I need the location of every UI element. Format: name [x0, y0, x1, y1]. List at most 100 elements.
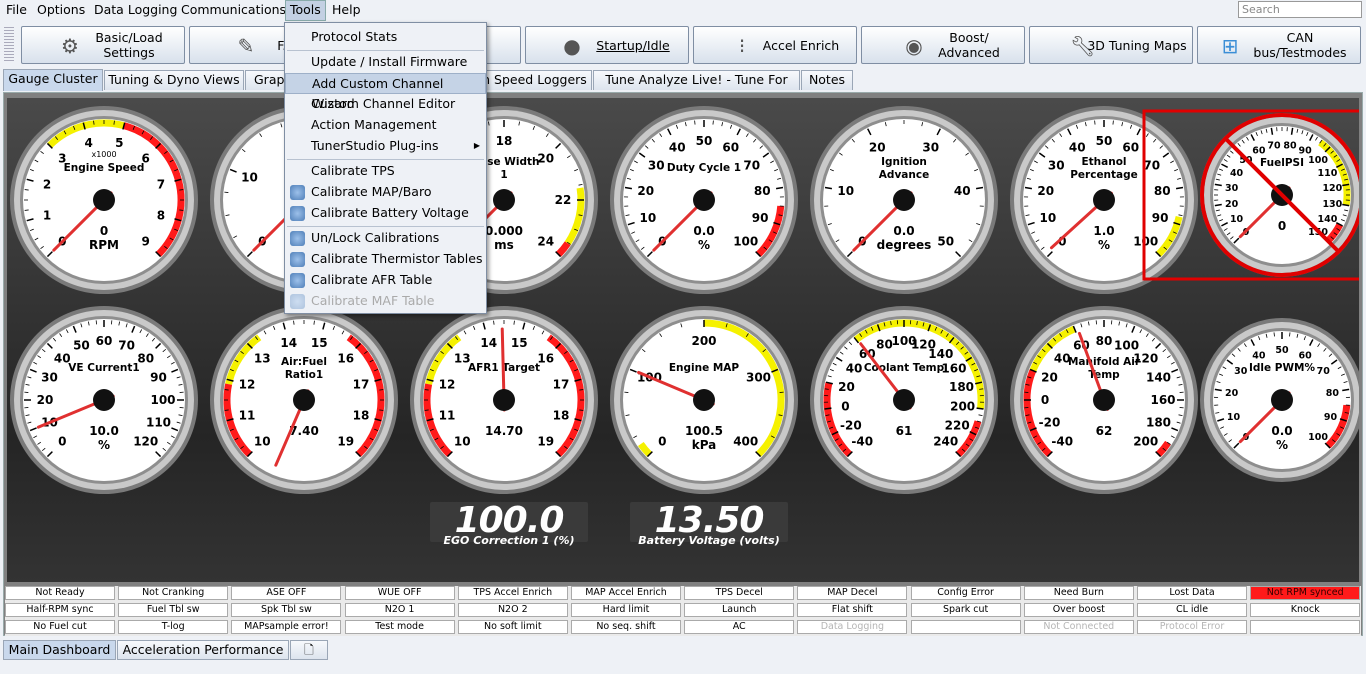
gauge-tick-label: 110	[146, 416, 171, 430]
gauge-tick-label: -40	[851, 435, 873, 449]
gauge-tick-label: 50	[1096, 134, 1113, 148]
tab-high-speed-loggers[interactable]: h Speed Loggers	[477, 70, 592, 90]
gauge-tick-label: 20	[869, 140, 886, 154]
menu-item-custom-channel-editor[interactable]: Custom Channel Editor	[285, 94, 486, 115]
gauge-minor-tick	[824, 388, 829, 390]
gauge-tick-label: 80	[1154, 184, 1171, 198]
menu-options[interactable]: Options	[33, 0, 89, 21]
gauge-tick-label: 17	[553, 378, 570, 392]
menu-tools[interactable]: Tools	[285, 0, 326, 21]
menu-item-unlock-calibrations[interactable]: Un/Lock Calibrations	[285, 228, 486, 249]
gauge-tick-label: 30	[1225, 183, 1239, 194]
gauge-tick-label: 7	[157, 178, 165, 192]
basic-load-settings-button[interactable]: ⚙ Basic/Load Settings	[21, 26, 185, 64]
startup-idle-button[interactable]: ● Startup/Idle	[525, 26, 689, 64]
menu-item-tunerstudio-plugins[interactable]: TunerStudio Plug-ins ▶	[285, 136, 486, 157]
gauge-hub	[893, 389, 915, 411]
gauge-unit: %	[698, 238, 710, 252]
gauge-tick-label: 40	[954, 184, 971, 198]
tab-main-dashboard[interactable]: Main Dashboard	[3, 640, 116, 660]
gauge-minor-tick	[579, 389, 584, 391]
gauge-tick-label: 1	[43, 208, 51, 222]
gauge-value: 0.0	[893, 224, 914, 238]
gauge-title: Advance	[879, 169, 929, 181]
gauge-tick-label: 24	[537, 235, 554, 249]
gauge-tick-label: 80	[754, 184, 771, 198]
gauge-tick	[824, 407, 832, 410]
gauge-value: 0.000	[485, 224, 523, 238]
status-indicator: Knock	[1250, 603, 1361, 617]
gauge-subtitle: x1000	[91, 150, 116, 159]
gauge-tick-label: 14	[480, 336, 497, 350]
gauge-minor-tick	[224, 409, 229, 411]
gauge-value: 100.5	[685, 424, 723, 438]
tab-tuning-dyno-views[interactable]: Tuning & Dyno Views	[104, 70, 244, 90]
gauge-tick-label: 10	[241, 170, 258, 184]
gauge-tick-label: 10	[640, 211, 657, 225]
gauge-unit: kPa	[692, 438, 717, 452]
menu-item-calibrate-map-baro[interactable]: Calibrate MAP/Baro	[285, 182, 486, 203]
menu-communications[interactable]: Communications	[177, 0, 290, 21]
toolbar-grip[interactable]	[4, 27, 14, 63]
gauge-tick-label: 40	[669, 140, 686, 154]
menu-item-calibrate-thermistor-tables[interactable]: Calibrate Thermistor Tables	[285, 249, 486, 270]
add-dashboard-tab-button[interactable]: 🗋︎	[290, 640, 328, 660]
menu-item-calibrate-tps[interactable]: Calibrate TPS	[285, 161, 486, 182]
gauge-unit: %	[1276, 438, 1288, 452]
status-indicator: Spark cut	[910, 603, 1021, 617]
gauge-tick-label: 30	[41, 370, 58, 384]
gauge-minor-tick	[424, 389, 429, 391]
menu-item-protocol-stats[interactable]: Protocol Stats	[285, 27, 486, 48]
gauge-minor-tick	[24, 209, 29, 211]
menu-item-calibrate-battery-voltage[interactable]: Calibrate Battery Voltage	[285, 203, 486, 224]
boost-advanced-button[interactable]: ◉ Boost/ Advanced	[861, 26, 1025, 64]
status-indicator: TPS Decel	[684, 586, 795, 600]
menu-item-action-management[interactable]: Action Management	[285, 115, 486, 136]
gauge-hub	[1271, 389, 1293, 411]
gauge-unit: RPM	[89, 238, 119, 252]
menu-item-calibrate-afr-table[interactable]: Calibrate AFR Table	[285, 270, 486, 291]
gauge-tick-label: 220	[945, 419, 970, 433]
gauge-tick-label: 0	[658, 435, 666, 449]
gauge-tick-label: 5	[115, 136, 123, 150]
accel-enrich-button[interactable]: ⁝ Accel Enrich	[693, 26, 857, 64]
search-input[interactable]: Search	[1238, 1, 1362, 18]
status-indicator: MAPsample error!	[231, 620, 342, 634]
toolbar: ⚙ Basic/Load Settings ✎ F... Set... ● St…	[0, 23, 1366, 67]
menu-help[interactable]: Help	[328, 0, 365, 21]
tab-notes[interactable]: Notes	[801, 70, 853, 90]
gauge-value: 14.70	[485, 424, 523, 438]
status-indicator: Lost Data	[1137, 586, 1247, 600]
3d-tuning-maps-button[interactable]: 🔧︎ 3D Tuning Maps	[1029, 26, 1193, 64]
menu-item-add-custom-channel-wizard[interactable]: Add Custom Channel Wizard	[285, 73, 486, 111]
startup-icon: ●	[563, 34, 581, 58]
menu-file[interactable]: File	[2, 0, 31, 21]
gauge-minor-tick	[24, 189, 29, 191]
gauge-tick-label: 10	[454, 435, 471, 449]
menu-item-update-firmware[interactable]: Update / Install Firmware	[285, 52, 486, 73]
gauge-tick-label: 140	[1146, 370, 1171, 384]
gauge-minor-tick	[179, 189, 184, 191]
menu-data-logging[interactable]: Data Logging	[90, 0, 181, 21]
tab-graph[interactable]: Graph	[245, 70, 292, 90]
gauge-unit: %	[1098, 238, 1110, 252]
gauge-hub	[493, 189, 515, 211]
status-indicator: Config Error	[910, 586, 1021, 600]
gauge-minor-tick	[379, 389, 384, 391]
gauge-minor-tick	[579, 409, 584, 411]
tab-tune-analyze-live[interactable]: Tune Analyze Live! - Tune For You	[593, 70, 800, 105]
tab-gauge-cluster[interactable]: Gauge Cluster	[3, 69, 103, 91]
gauge-tick-label: 12	[239, 378, 256, 392]
gauge-tick-label: 0	[58, 435, 66, 449]
lock-icon	[290, 231, 305, 246]
gauge-title: Engine Speed	[64, 162, 145, 174]
can-bus-testmodes-button[interactable]: ⊞ CAN bus/Testmodes	[1197, 26, 1361, 64]
status-indicator: CL idle	[1137, 603, 1247, 617]
gauge-tick-label: 2	[43, 178, 51, 192]
gauge-tick-label: 40	[1069, 140, 1086, 154]
gauge-tick-label: 20	[1041, 370, 1058, 384]
gauge-tick-label: 80	[876, 337, 893, 351]
gauge-value: 62	[1096, 424, 1113, 438]
gauge-title: Engine MAP	[669, 362, 740, 374]
tab-acceleration-performance[interactable]: Acceleration Performance	[117, 640, 289, 660]
